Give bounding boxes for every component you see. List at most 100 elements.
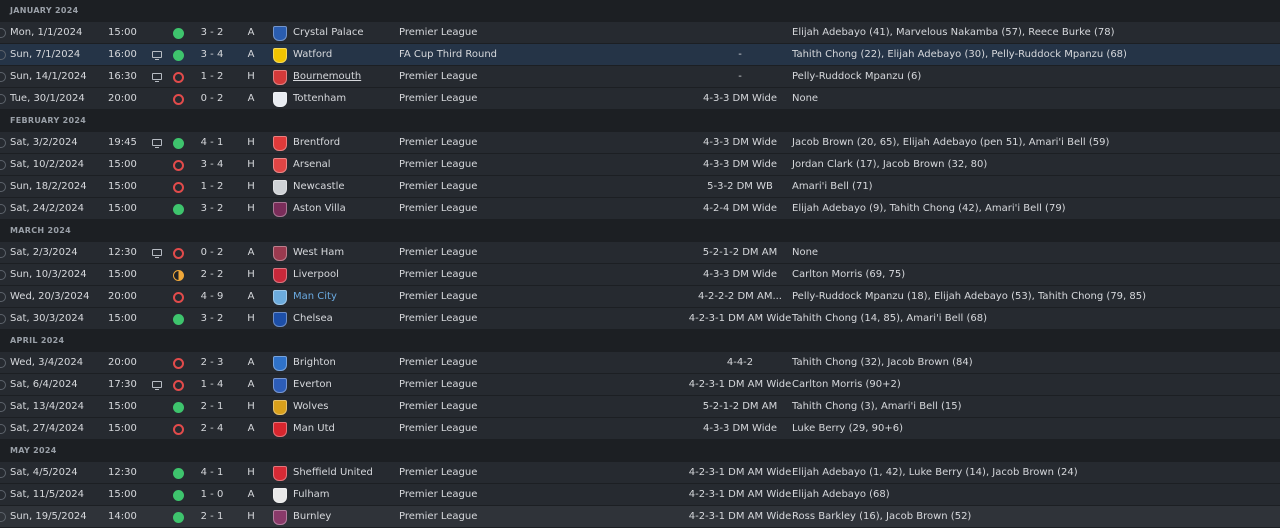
fixture-row[interactable]: Sat, 13/4/2024 15:00 2 - 1 H Wolves Premier L… <box>0 396 1280 418</box>
opponent-link[interactable]: Burnley <box>293 506 331 528</box>
competition-name[interactable]: Premier League <box>399 418 477 440</box>
opponent-link[interactable]: Bournemouth <box>293 66 361 88</box>
match-score[interactable]: 4 - 1 <box>199 462 225 484</box>
match-score[interactable]: 2 - 4 <box>199 418 225 440</box>
competition-name[interactable]: Premier League <box>399 176 477 198</box>
match-score[interactable]: 1 - 2 <box>199 66 225 88</box>
fixture-row[interactable]: Wed, 3/4/2024 20:00 2 - 3 A Brighton Premier … <box>0 352 1280 374</box>
competition-name[interactable]: Premier League <box>399 66 477 88</box>
opponent-link[interactable]: Liverpool <box>293 264 339 286</box>
opponent-link[interactable]: Aston Villa <box>293 198 346 220</box>
select-radio-icon[interactable] <box>0 489 10 500</box>
fixture-row[interactable]: Mon, 1/1/2024 15:00 3 - 2 A Crystal Palace Pr… <box>0 22 1280 44</box>
select-radio-icon[interactable] <box>0 93 10 104</box>
opponent-link[interactable]: Man City <box>293 286 337 308</box>
match-score[interactable]: 2 - 1 <box>199 396 225 418</box>
select-radio-icon[interactable] <box>0 423 10 434</box>
match-score[interactable]: 3 - 4 <box>199 154 225 176</box>
fixture-row[interactable]: Sun, 18/2/2024 15:00 1 - 2 H Newcastle Premie… <box>0 176 1280 198</box>
select-radio-icon[interactable] <box>0 27 10 38</box>
match-score[interactable]: 2 - 2 <box>199 264 225 286</box>
opponent-link[interactable]: Fulham <box>293 484 330 506</box>
match-score[interactable]: 3 - 2 <box>199 308 225 330</box>
fixture-row[interactable]: Sat, 27/4/2024 15:00 2 - 4 A Man Utd Premier … <box>0 418 1280 440</box>
opponent-link[interactable]: Watford <box>293 44 332 66</box>
opponent-link[interactable]: Tottenham <box>293 88 346 110</box>
opponent-link[interactable]: Brentford <box>293 132 340 154</box>
competition-name[interactable]: Premier League <box>399 506 477 528</box>
fixture-row[interactable]: Sat, 3/2/2024 19:45 4 - 1 H Brentford Premier… <box>0 132 1280 154</box>
select-radio-icon[interactable] <box>0 137 10 148</box>
opponent-link[interactable]: Everton <box>293 374 332 396</box>
match-score[interactable]: 1 - 2 <box>199 176 225 198</box>
fixture-row[interactable]: Sat, 2/3/2024 12:30 0 - 2 A West Ham Premier … <box>0 242 1280 264</box>
venue-indicator: A <box>247 27 255 38</box>
fixture-row[interactable]: Sat, 6/4/2024 17:30 1 - 4 A Everton Premier L… <box>0 374 1280 396</box>
opponent-link[interactable]: Arsenal <box>293 154 331 176</box>
competition-name[interactable]: Premier League <box>399 484 477 506</box>
competition-name[interactable]: Premier League <box>399 396 477 418</box>
match-score[interactable]: 4 - 1 <box>199 132 225 154</box>
select-radio-icon[interactable] <box>0 467 10 478</box>
match-score[interactable]: 3 - 2 <box>199 198 225 220</box>
match-score[interactable]: 0 - 2 <box>199 242 225 264</box>
select-radio-icon[interactable] <box>0 357 10 368</box>
competition-name[interactable]: Premier League <box>399 264 477 286</box>
select-radio-icon[interactable] <box>0 269 10 280</box>
match-score[interactable]: 1 - 4 <box>199 374 225 396</box>
match-score[interactable]: 3 - 2 <box>199 22 225 44</box>
competition-name[interactable]: Premier League <box>399 242 477 264</box>
match-score[interactable]: 2 - 1 <box>199 506 225 528</box>
match-score[interactable]: 4 - 9 <box>199 286 225 308</box>
opponent-link[interactable]: Crystal Palace <box>293 22 364 44</box>
competition-name[interactable]: Premier League <box>399 374 477 396</box>
fixture-row[interactable]: Sun, 14/1/2024 16:30 1 - 2 H Bournemouth Prem… <box>0 66 1280 88</box>
competition-name[interactable]: Premier League <box>399 286 477 308</box>
competition-name[interactable]: Premier League <box>399 352 477 374</box>
select-radio-icon[interactable] <box>0 511 10 522</box>
fixture-row[interactable]: Sat, 10/2/2024 15:00 3 - 4 H Arsenal Premier … <box>0 154 1280 176</box>
competition-name[interactable]: Premier League <box>399 198 477 220</box>
select-radio-icon[interactable] <box>0 71 10 82</box>
fixture-row[interactable]: Sat, 11/5/2024 15:00 1 - 0 A Fulham Premier L… <box>0 484 1280 506</box>
fixture-row[interactable]: Wed, 20/3/2024 20:00 4 - 9 A Man City Premier… <box>0 286 1280 308</box>
select-radio-icon[interactable] <box>0 159 10 170</box>
match-score[interactable]: 2 - 3 <box>199 352 225 374</box>
venue-indicator: A <box>247 247 255 258</box>
competition-name[interactable]: Premier League <box>399 88 477 110</box>
competition-name[interactable]: FA Cup Third Round <box>399 44 497 66</box>
opponent-link[interactable]: Wolves <box>293 396 328 418</box>
match-score[interactable]: 0 - 2 <box>199 88 225 110</box>
select-radio-icon[interactable] <box>0 313 10 324</box>
fixture-row[interactable]: Tue, 30/1/2024 20:00 0 - 2 A Tottenham Premie… <box>0 88 1280 110</box>
select-radio-icon[interactable] <box>0 203 10 214</box>
opponent-link[interactable]: Sheffield United <box>293 462 373 484</box>
fixture-row[interactable]: Sat, 30/3/2024 15:00 3 - 2 H Chelsea Premier … <box>0 308 1280 330</box>
radio-ring <box>0 50 6 60</box>
match-score[interactable]: 1 - 0 <box>199 484 225 506</box>
opponent-link[interactable]: Chelsea <box>293 308 333 330</box>
select-radio-icon[interactable] <box>0 291 10 302</box>
select-radio-icon[interactable] <box>0 379 10 390</box>
opponent-link[interactable]: Brighton <box>293 352 336 374</box>
match-score[interactable]: 3 - 4 <box>199 44 225 66</box>
competition-name[interactable]: Premier League <box>399 308 477 330</box>
fixture-row[interactable]: Sat, 4/5/2024 12:30 4 - 1 H Sheffield United… <box>0 462 1280 484</box>
match-time: 15:00 <box>108 313 137 324</box>
select-radio-icon[interactable] <box>0 247 10 258</box>
competition-name[interactable]: Premier League <box>399 132 477 154</box>
fixture-row[interactable]: Sun, 10/3/2024 15:00 2 - 2 H Liverpool Premie… <box>0 264 1280 286</box>
goal-scorers: Jacob Brown (20, 65), Elijah Adebayo (pe… <box>792 137 1110 148</box>
competition-name[interactable]: Premier League <box>399 462 477 484</box>
opponent-link[interactable]: Newcastle <box>293 176 345 198</box>
opponent-link[interactable]: West Ham <box>293 242 344 264</box>
fixture-row[interactable]: Sun, 7/1/2024 16:00 3 - 4 A Watford FA Cup Th… <box>0 44 1280 66</box>
competition-name[interactable]: Premier League <box>399 154 477 176</box>
opponent-link[interactable]: Man Utd <box>293 418 335 440</box>
select-radio-icon[interactable] <box>0 401 10 412</box>
fixture-row[interactable]: Sat, 24/2/2024 15:00 3 - 2 H Aston Villa Prem… <box>0 198 1280 220</box>
competition-name[interactable]: Premier League <box>399 22 477 44</box>
select-radio-icon[interactable] <box>0 181 10 192</box>
fixture-row[interactable]: Sun, 19/5/2024 14:00 2 - 1 H Burnley Premier … <box>0 506 1280 528</box>
select-radio-icon[interactable] <box>0 49 10 60</box>
